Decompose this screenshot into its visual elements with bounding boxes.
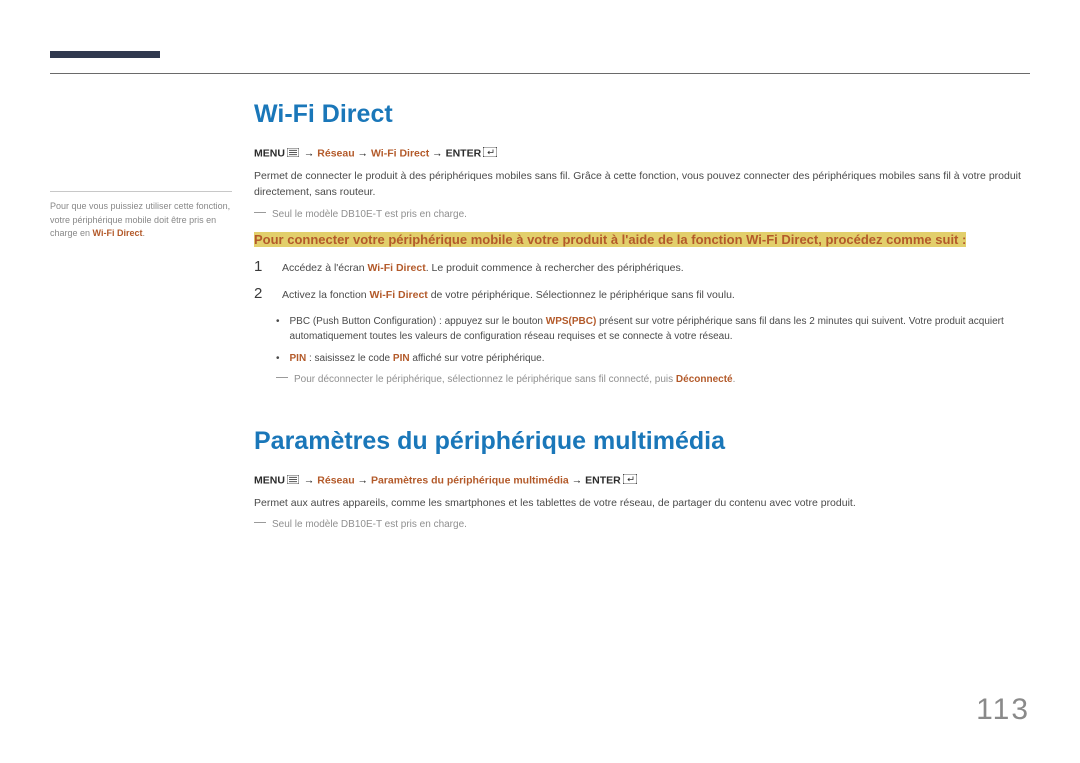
step-post: . Le produit commence à rechercher des p… xyxy=(426,262,684,274)
step-text: Accédez à l'écran Wi-Fi Direct. Le produ… xyxy=(282,259,1030,276)
model-support-note-1: Seul le modèle DB10E-T est pris en charg… xyxy=(254,207,1030,222)
menu-icon xyxy=(287,475,299,487)
bullet-accent: WPS(PBC) xyxy=(546,316,597,327)
highlight-instruction: Pour connecter votre périphérique mobile… xyxy=(254,230,1030,250)
step-accent: Wi-Fi Direct xyxy=(370,289,428,301)
path-wifi-direct: Wi-Fi Direct xyxy=(371,147,429,159)
media-device-body: Permet aux autres appareils, comme les s… xyxy=(254,495,1030,511)
note-accent: Déconnecté xyxy=(676,374,733,385)
bullet-pre: PBC (Push Button Configuration) : appuye… xyxy=(290,316,546,327)
step-accent: Wi-Fi Direct xyxy=(367,262,425,274)
arrow: → xyxy=(304,147,317,159)
step-post: de votre périphérique. Sélectionnez le p… xyxy=(428,289,735,301)
arrow: → xyxy=(358,147,371,159)
menu-path-wifi-direct: MENU → Réseau → Wi-Fi Direct → ENTER xyxy=(254,147,1030,160)
step-pre: Activez la fonction xyxy=(282,289,370,301)
arrow: → xyxy=(432,147,445,159)
note-pre: Pour déconnecter le périphérique, sélect… xyxy=(294,374,676,385)
bullet-dot: • xyxy=(276,314,280,329)
bullet-post: affiché sur votre périphérique. xyxy=(410,353,545,364)
bullet-accent-pin2: PIN xyxy=(393,353,410,364)
step-number: 2 xyxy=(254,286,268,301)
menu-path-media-device: MENU → Réseau → Paramètres du périphériq… xyxy=(254,474,1030,487)
path-reseau: Réseau xyxy=(317,474,354,486)
sidebar-note-post: . xyxy=(142,228,145,238)
page-number: 113 xyxy=(976,693,1030,727)
bullet-dot: • xyxy=(276,351,280,366)
bullet-pin: • PIN : saisissez le code PIN affiché su… xyxy=(254,351,1030,367)
step-2: 2 Activez la fonction Wi-Fi Direct de vo… xyxy=(254,286,1030,303)
top-rule xyxy=(50,73,1030,74)
sidebar-note: Pour que vous puissiez utiliser cette fo… xyxy=(50,191,232,241)
enter-label: ENTER xyxy=(585,474,621,486)
bullet-mid: : saisissez le code xyxy=(306,353,393,364)
sidebar-note-accent: Wi-Fi Direct xyxy=(93,228,143,238)
disconnect-note: Pour déconnecter le périphérique, sélect… xyxy=(276,372,1030,387)
step-pre: Accédez à l'écran xyxy=(282,262,367,274)
menu-icon xyxy=(287,148,299,160)
bullet-text: PIN : saisissez le code PIN affiché sur … xyxy=(290,351,1030,367)
enter-icon xyxy=(483,147,497,160)
bullet-pbc: • PBC (Push Button Configuration) : appu… xyxy=(254,314,1030,345)
path-media-device: Paramètres du périphérique multimédia xyxy=(371,474,569,486)
arrow: → xyxy=(358,474,371,486)
chapter-tab xyxy=(50,51,160,58)
main-content: Wi-Fi Direct MENU → Réseau → Wi-Fi Direc… xyxy=(254,100,1030,540)
menu-label: MENU xyxy=(254,147,285,159)
path-reseau: Réseau xyxy=(317,147,354,159)
section-title-wifi-direct: Wi-Fi Direct xyxy=(254,100,1030,129)
step-1: 1 Accédez à l'écran Wi-Fi Direct. Le pro… xyxy=(254,259,1030,276)
arrow: → xyxy=(572,474,585,486)
model-support-note-2: Seul le modèle DB10E-T est pris en charg… xyxy=(254,517,1030,532)
bullet-text: PBC (Push Button Configuration) : appuye… xyxy=(290,314,1030,345)
step-text: Activez la fonction Wi-Fi Direct de votr… xyxy=(282,286,1030,303)
section-title-media-device: Paramètres du périphérique multimédia xyxy=(254,427,1030,456)
enter-label: ENTER xyxy=(446,147,482,159)
step-number: 1 xyxy=(254,259,268,274)
arrow: → xyxy=(304,474,317,486)
enter-icon xyxy=(623,474,637,487)
highlight-text: Pour connecter votre périphérique mobile… xyxy=(254,232,966,247)
menu-label: MENU xyxy=(254,474,285,486)
bullet-accent-pin: PIN xyxy=(290,353,307,364)
note-post: . xyxy=(733,374,736,385)
intro-paragraph: Permet de connecter le produit à des pér… xyxy=(254,168,1030,201)
